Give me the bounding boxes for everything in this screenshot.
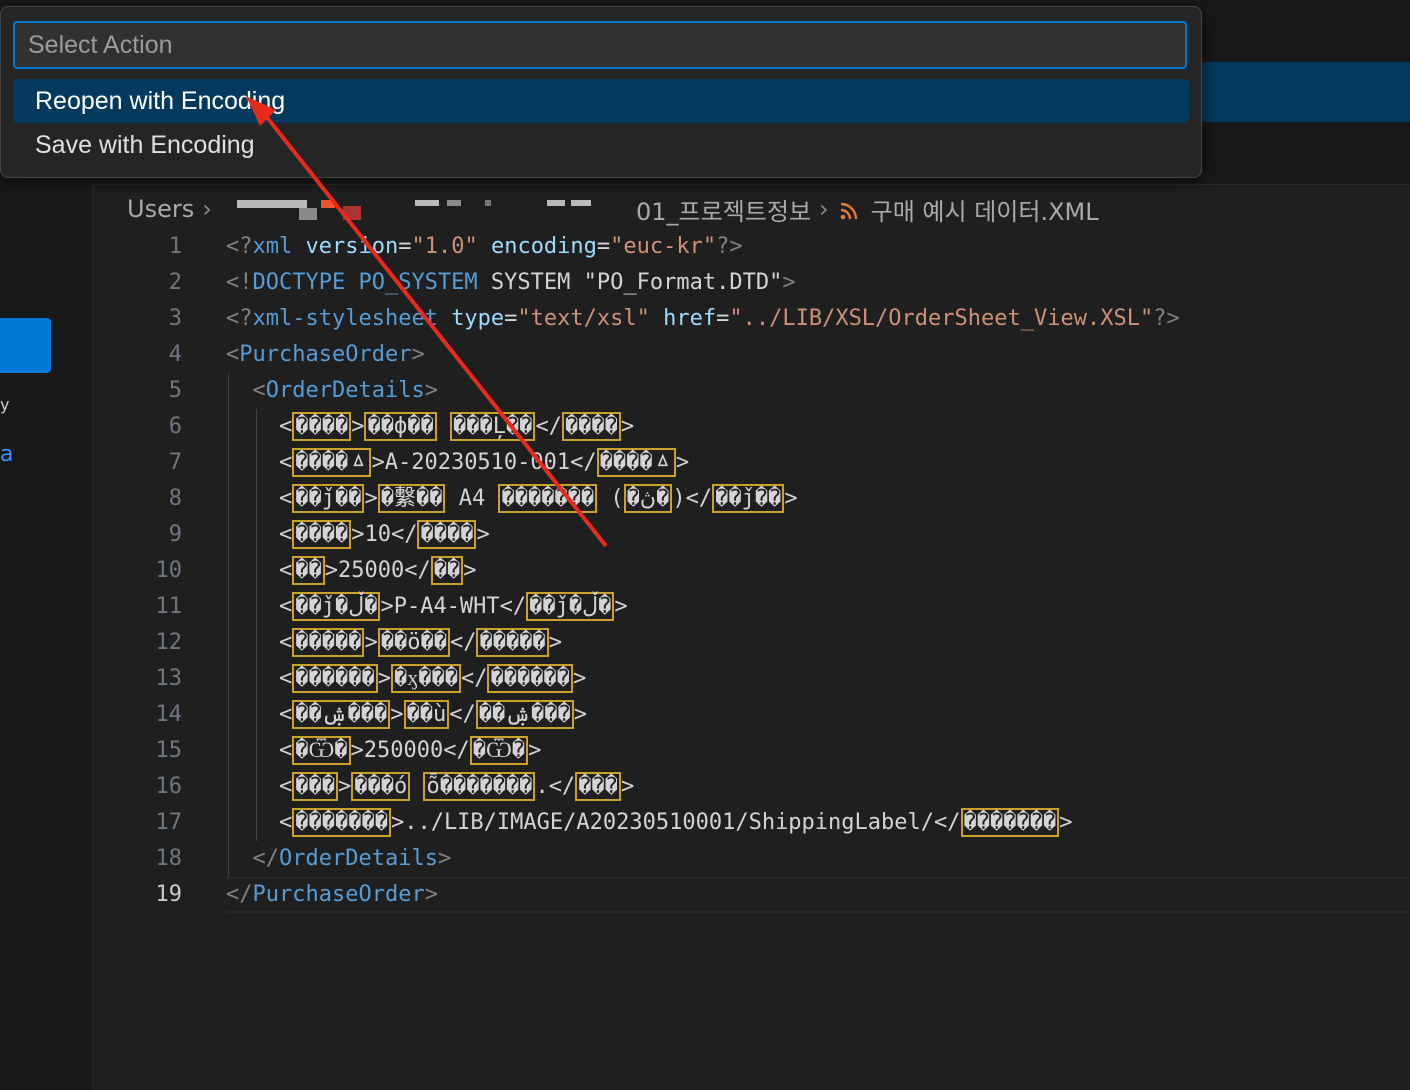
line-number: 9 (168, 522, 182, 547)
line-number: 14 (155, 702, 183, 727)
line-number: 4 (168, 342, 182, 367)
code-line-7: < ����ㅿ >A-20230510-001</����ㅿ > (226, 445, 1410, 481)
select-action-input[interactable] (15, 23, 1185, 67)
code-editor[interactable]: <?xml version="1.0" encoding="euc-kr"?> … (226, 229, 1410, 913)
line-number: 6 (168, 414, 182, 439)
line-number: 7 (168, 450, 182, 475)
code-line-8: < ��ǰ�� > �繫�� A4 ������� (�ڽ�)</��ǰ�� > (226, 481, 1410, 517)
palette-input-box[interactable] (13, 21, 1187, 69)
save-with-encoding-option[interactable]: Save with Encoding (13, 123, 1189, 167)
sidebar-primary-button[interactable] (0, 318, 51, 373)
code-line-1: <?xml version="1.0" encoding="euc-kr"?> (226, 234, 743, 259)
breadcrumb-file[interactable]: 구매 예시 데이터.XML (871, 192, 1099, 227)
line-number: 10 (155, 558, 183, 583)
sidebar-text-fragment-a[interactable]: a (0, 442, 13, 467)
line-number: 1 (168, 234, 182, 259)
code-line-14: < ��ۺ��� > ��ù </��ۺ��� > (226, 697, 1410, 733)
command-palette: Reopen with Encoding Save with Encoding (0, 6, 1202, 178)
line-number: 13 (155, 666, 183, 691)
redacted-path (237, 196, 597, 222)
code-line-18: </OrderDetails> (226, 841, 1410, 877)
breadcrumb-root[interactable]: Users (127, 195, 194, 223)
line-number: 3 (168, 306, 182, 331)
code-line-9: < ���� >10</���� > (226, 517, 1410, 553)
line-number: 15 (155, 738, 183, 763)
line-number: 5 (168, 378, 182, 403)
breadcrumb: Users › (127, 193, 220, 225)
line-number-active: 19 (155, 882, 183, 907)
line-number: 12 (155, 630, 183, 655)
line-number: 17 (155, 810, 183, 835)
line-number: 16 (155, 774, 183, 799)
code-line-13: < ������ > �ӽ��� </������ > (226, 661, 1410, 697)
code-line-16: < ��� > ���ó ȭ������� .</��� > (226, 769, 1410, 805)
code-line-10: < �� >25000</�� > (226, 553, 1410, 589)
chevron-right-icon: › (819, 195, 829, 223)
code-line-5: <OrderDetails> (226, 373, 1410, 409)
rss-icon (839, 199, 859, 220)
code-line-4: <PurchaseOrder> (226, 342, 425, 367)
code-line-17: < ������� >../LIB/IMAGE/A20230510001/Shipp… (226, 805, 1410, 841)
chevron-right-icon: › (202, 195, 212, 223)
code-line-19-current: </PurchaseOrder> (226, 877, 1410, 913)
code-line-6: < ���� > ��ф�� ���Ļ�� </���� > (226, 409, 1410, 445)
code-line-3: <?xml-stylesheet type="text/xsl" href=".… (226, 306, 1180, 331)
selected-tab-highlight (1190, 62, 1410, 122)
line-number: 2 (168, 270, 182, 295)
line-number-gutter: 1 2 3 4 5 6 7 8 9 10 11 12 13 14 15 16 1… (92, 229, 183, 913)
code-line-12: < ����� > ��ö�� </����� > (226, 625, 1410, 661)
code-line-15: < �Ѿ� >250000</�Ѿ� > (226, 733, 1410, 769)
line-number: 8 (168, 486, 182, 511)
sidebar-text-fragment-b: y (0, 395, 10, 414)
code-line-11: < ��ǰ�ڵ� >P-A4-WHT</��ǰ�ڵ� > (226, 589, 1410, 625)
line-number: 11 (155, 594, 183, 619)
breadcrumb-folder[interactable]: 01_프로젝트정보 (636, 192, 811, 227)
breadcrumb-tail: 01_프로젝트정보 › 구매 예시 데이터.XML (636, 192, 1099, 227)
reopen-with-encoding-option[interactable]: Reopen with Encoding (13, 79, 1189, 123)
code-line-2: <!DOCTYPE PO_SYSTEM SYSTEM "PO_Format.DT… (226, 270, 796, 295)
line-number: 18 (155, 846, 183, 871)
